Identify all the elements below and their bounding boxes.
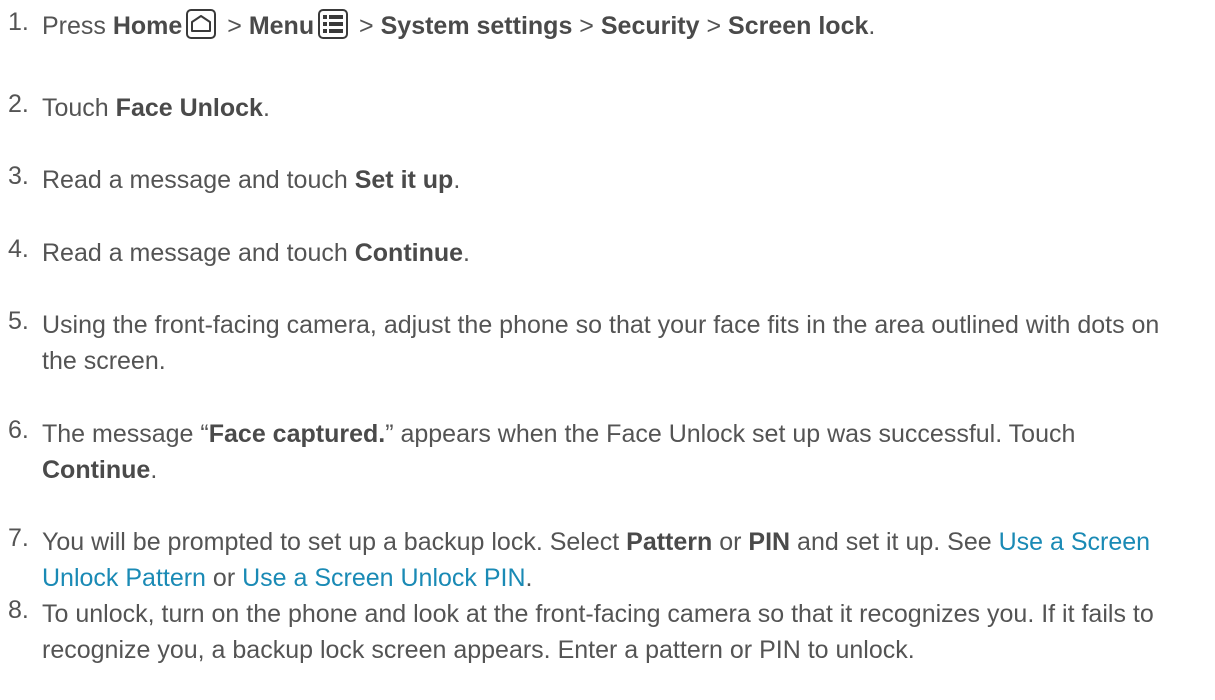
- instruction-list: 1. Press Home > Menu > System settings >…: [0, 0, 1215, 700]
- link-screen-unlock-pin[interactable]: Use a Screen Unlock PIN: [242, 564, 525, 592]
- step-text: To unlock, turn on the phone and look at…: [42, 600, 1154, 664]
- screen-lock-label: Screen lock: [728, 12, 869, 40]
- home-icon: [186, 9, 217, 40]
- step-text: Read a message and touch Set it up.: [42, 166, 461, 194]
- system-settings-label: System settings: [380, 12, 573, 40]
- step-number: 2.: [8, 90, 29, 118]
- step-text: The message “Face captured.” appears whe…: [42, 420, 1076, 484]
- step-number: 6.: [8, 416, 29, 444]
- step-number: 5.: [8, 307, 29, 335]
- step-number: 7.: [8, 524, 29, 552]
- step-text: You will be prompted to set up a backup …: [42, 528, 1151, 592]
- step-text: Press Home > Menu > System settings > Se…: [42, 8, 1195, 44]
- step-number: 4.: [8, 235, 29, 263]
- menu-icon: [318, 9, 349, 40]
- menu-label: Menu: [248, 12, 315, 40]
- home-label: Home: [112, 12, 183, 40]
- step-number: 3.: [8, 162, 29, 190]
- step-text: Read a message and touch Continue.: [42, 239, 470, 267]
- step-number: 8.: [8, 596, 29, 624]
- step-text: Touch Face Unlock.: [42, 94, 270, 122]
- step-text: Using the front-facing camera, adjust th…: [42, 311, 1160, 375]
- step-number: 1.: [8, 8, 29, 36]
- security-label: Security: [600, 12, 700, 40]
